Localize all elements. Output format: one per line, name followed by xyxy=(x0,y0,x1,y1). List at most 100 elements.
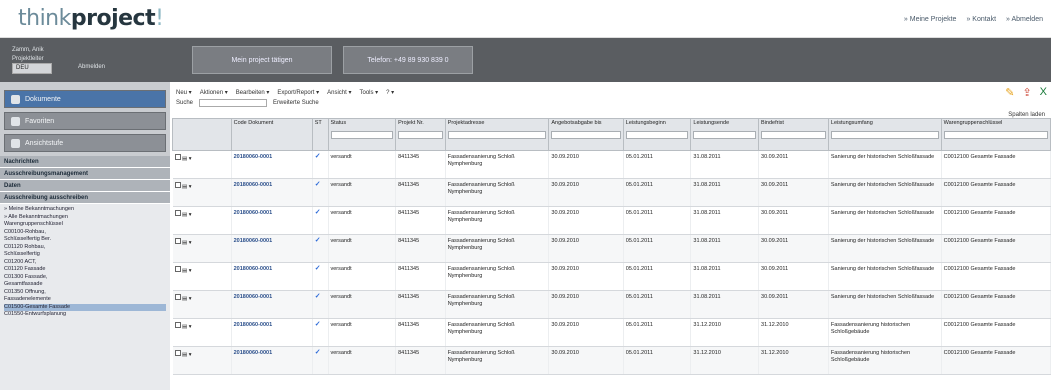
row-select[interactable]: ▤ ▾ xyxy=(172,234,232,263)
tree-item[interactable]: C01500-Gesamte Fassade xyxy=(4,303,166,311)
menu-5[interactable]: Tools ▾ xyxy=(359,89,378,96)
nav-documents[interactable]: Dokumente xyxy=(4,90,166,108)
link-contact[interactable]: » Kontakt xyxy=(966,16,996,23)
column-filter-input[interactable] xyxy=(761,131,826,139)
table-row[interactable]: ▤ ▾ 20180060-0001 ✓ versandt 8411345 Fassaden… xyxy=(172,318,1051,347)
column-header[interactable]: Bindefrist xyxy=(758,118,829,151)
row-select[interactable]: ▤ ▾ xyxy=(172,290,232,319)
column-filter-input[interactable] xyxy=(625,131,689,139)
table-row[interactable]: ▤ ▾ 20180060-0001 ✓ versandt 8411345 Fassaden… xyxy=(172,178,1051,207)
row-checkbox[interactable] xyxy=(174,154,181,160)
row-checkbox[interactable] xyxy=(174,238,181,244)
logout-link[interactable]: Abmelden xyxy=(78,64,105,70)
table-row[interactable]: ▤ ▾ 20180060-0001 ✓ versandt 8411345 Fassaden… xyxy=(172,290,1051,319)
menu-4[interactable]: Ansicht ▾ xyxy=(327,89,351,96)
table-row[interactable]: ▤ ▾ 20180060-0001 ✓ versandt 8411345 Fassaden… xyxy=(172,262,1051,291)
document-table: Code Dokument ST Status Projekt Nr. Projekta… xyxy=(172,118,1051,375)
advanced-search-link[interactable]: Erweiterte Suche xyxy=(273,100,319,106)
tree-item[interactable]: Gesamtfassade xyxy=(4,281,166,289)
edit-icon[interactable]: ✎ xyxy=(1005,86,1014,99)
documents-icon xyxy=(11,95,20,104)
tree-item[interactable]: C01120 Fassade xyxy=(4,266,166,274)
table-cell: 05.01.2011 xyxy=(623,346,692,375)
tree-item[interactable]: » Alle Bekanntmachungen xyxy=(4,214,166,222)
column-header[interactable]: Warengruppenschlüssel xyxy=(940,118,1051,151)
table-cell: Fassadensanierung Schloß Nymphenburg xyxy=(445,234,550,263)
column-header[interactable]: Angebotsabgabe bis xyxy=(548,118,624,151)
tree-item[interactable]: » Meine Bekanntmachungen xyxy=(4,206,166,214)
nav-favorites[interactable]: Favoriten xyxy=(4,112,166,130)
nav-views[interactable]: Ansichtstufe xyxy=(4,134,166,152)
row-checkbox[interactable] xyxy=(174,294,181,300)
tree-item[interactable]: Fassadenelemente xyxy=(4,296,166,304)
tree-item[interactable]: C00100-Rohbau, xyxy=(4,229,166,237)
row-checkbox[interactable] xyxy=(174,182,181,188)
section-tender-management[interactable]: Ausschreibungsmanagement xyxy=(0,168,170,180)
column-filter-input[interactable] xyxy=(551,131,621,139)
tree-item[interactable]: Schlüsselfertig Ber. xyxy=(4,236,166,244)
excel-icon[interactable]: X xyxy=(1040,86,1047,99)
row-select[interactable]: ▤ ▾ xyxy=(172,178,232,207)
project-button[interactable]: Mein project tätigen xyxy=(192,46,332,74)
row-checkbox[interactable] xyxy=(174,266,181,272)
table-row[interactable]: ▤ ▾ 20180060-0001 ✓ versandt 8411345 Fassaden… xyxy=(172,150,1051,179)
link-my-projects[interactable]: » Meine Projekte xyxy=(904,16,957,23)
column-header[interactable] xyxy=(172,118,232,151)
table-cell: 31.12.2010 xyxy=(690,346,760,375)
column-filter-input[interactable] xyxy=(693,131,757,139)
table-cell: 30.09.2010 xyxy=(548,346,624,375)
table-cell: 05.01.2011 xyxy=(623,234,692,263)
menu-3[interactable]: Export/Report ▾ xyxy=(277,89,319,96)
column-header[interactable]: Code Dokument xyxy=(230,118,313,151)
column-filter-input[interactable] xyxy=(830,131,939,139)
tree-item[interactable]: C01120 Rohbau, xyxy=(4,244,166,252)
row-select[interactable]: ▤ ▾ xyxy=(172,346,232,375)
table-cell: 31.08.2011 xyxy=(690,206,760,235)
language-select[interactable]: DEU xyxy=(12,63,52,74)
column-header[interactable]: Status xyxy=(327,118,397,151)
table-cell: Fassadensanierung historischen Schloßgeb… xyxy=(828,318,942,347)
table-cell: 8411345 xyxy=(395,262,446,291)
column-filter-input[interactable] xyxy=(943,131,1048,139)
section-tender[interactable]: Ausschreibung ausschreiben xyxy=(0,192,170,204)
table-cell: Fassadensanierung Schloß Nymphenburg xyxy=(445,290,550,319)
row-checkbox[interactable] xyxy=(174,350,181,356)
row-select[interactable]: ▤ ▾ xyxy=(172,262,232,291)
tree-item[interactable]: C01300 Fassade, xyxy=(4,274,166,282)
row-checkbox[interactable] xyxy=(174,210,181,216)
column-header[interactable]: Projekt Nr. xyxy=(395,118,446,151)
column-header[interactable]: Projektadresse xyxy=(444,118,550,151)
row-checkbox[interactable] xyxy=(174,322,181,328)
row-select[interactable]: ▤ ▾ xyxy=(172,150,232,179)
view-icon xyxy=(11,139,20,148)
table-row[interactable]: ▤ ▾ 20180060-0001 ✓ versandt 8411345 Fassaden… xyxy=(172,234,1051,263)
section-messages[interactable]: Nachrichten xyxy=(0,156,170,168)
menu-0[interactable]: Neu ▾ xyxy=(176,89,192,96)
row-select[interactable]: ▤ ▾ xyxy=(172,206,232,235)
tree-item[interactable]: C01550-Entwurfsplanung xyxy=(4,311,166,319)
column-filter-input[interactable] xyxy=(330,131,394,139)
menu-6[interactable]: ? ▾ xyxy=(386,89,394,96)
section-data[interactable]: Daten xyxy=(0,180,170,192)
menu-1[interactable]: Aktionen ▾ xyxy=(200,89,228,96)
row-select[interactable]: ▤ ▾ xyxy=(172,318,232,347)
table-cell: 31.08.2011 xyxy=(690,290,760,319)
tree-item[interactable]: C01200 ACT, xyxy=(4,259,166,267)
search-input[interactable] xyxy=(199,99,268,107)
link-logout[interactable]: » Abmelden xyxy=(1006,16,1043,23)
column-header[interactable]: Leistungsbeginn xyxy=(622,118,692,151)
column-header[interactable]: Leistungsumfang xyxy=(827,118,942,151)
table-row[interactable]: ▤ ▾ 20180060-0001 ✓ versandt 8411345 Fassaden… xyxy=(172,346,1051,375)
menu-2[interactable]: Bearbeiten ▾ xyxy=(236,89,270,96)
column-filter-input[interactable] xyxy=(447,131,547,139)
tree-item[interactable]: Warengruppenschlüssel xyxy=(4,221,166,229)
table-cell: versandt xyxy=(328,178,397,207)
column-header[interactable]: ST xyxy=(311,118,329,151)
export-icon[interactable]: ⇪ xyxy=(1022,86,1031,99)
table-row[interactable]: ▤ ▾ 20180060-0001 ✓ versandt 8411345 Fassaden… xyxy=(172,206,1051,235)
column-filter-input[interactable] xyxy=(398,131,443,139)
tree-item[interactable]: C01350 Öffnung, xyxy=(4,289,166,297)
phone-button[interactable]: Telefon: +49 89 930 839 0 xyxy=(343,46,473,74)
column-header[interactable]: Leistungsende xyxy=(690,118,760,151)
tree-item[interactable]: Schlüsselfertig xyxy=(4,251,166,259)
